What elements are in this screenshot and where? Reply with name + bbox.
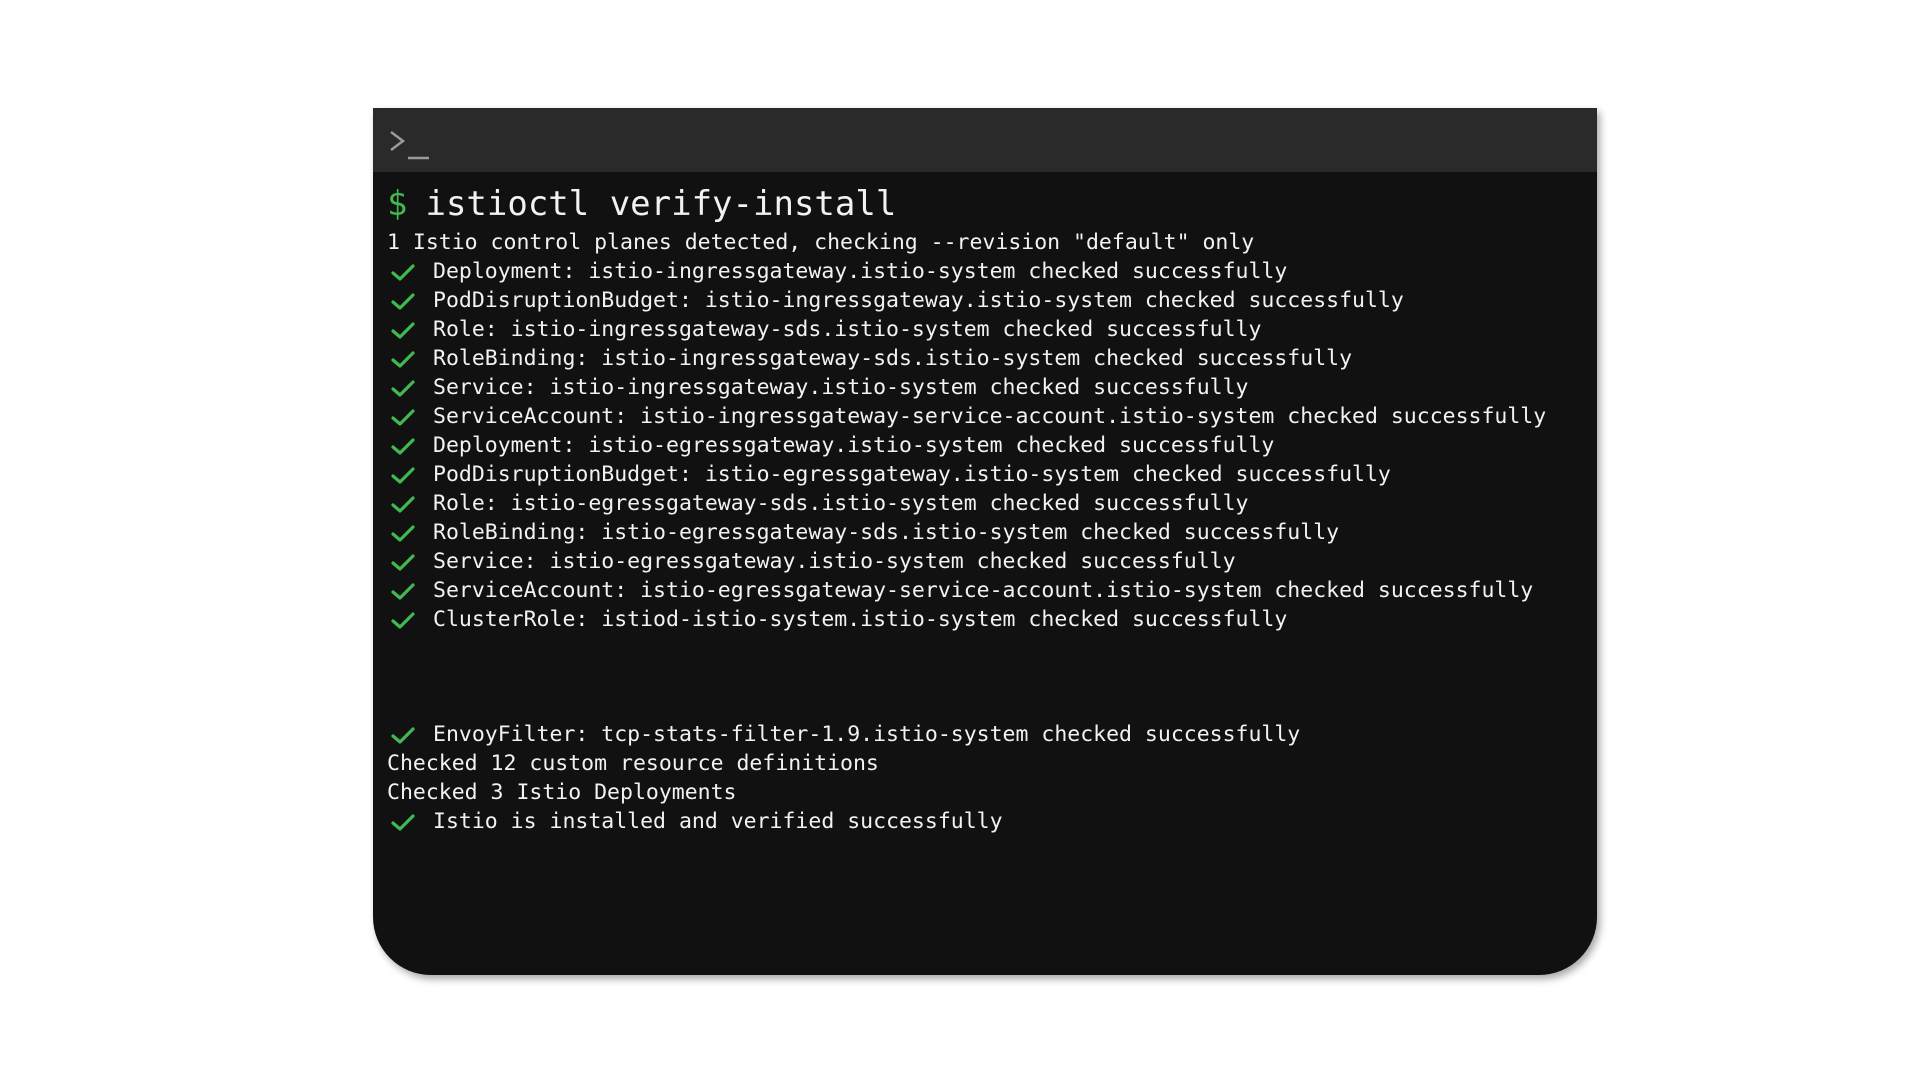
terminal-prompt-icon — [389, 128, 435, 166]
check-icon — [390, 812, 416, 832]
check-line: Deployment: istio-ingressgateway.istio-s… — [387, 257, 1587, 286]
check-text: Service: istio-ingressgateway.istio-syst… — [433, 375, 1249, 400]
output-header-text: 1 Istio control planes detected, checkin… — [387, 230, 1255, 255]
check-text: Deployment: istio-ingressgateway.istio-s… — [433, 259, 1288, 284]
check-line: ClusterRole: istiod-istio-system.istio-s… — [387, 605, 1587, 634]
check-line: PodDisruptionBudget: istio-egressgateway… — [387, 460, 1587, 489]
check-line: Role: istio-ingressgateway-sds.istio-sys… — [387, 315, 1587, 344]
terminal-output: $ istioctl verify-install 1 Istio control… — [387, 184, 1587, 836]
check-text: Role: istio-ingressgateway-sds.istio-sys… — [433, 317, 1262, 342]
summary-text: Checked 12 custom resource definitions — [387, 751, 879, 776]
check-text: PodDisruptionBudget: istio-ingressgatewa… — [433, 288, 1404, 313]
check-text: RoleBinding: istio-ingressgateway-sds.is… — [433, 346, 1353, 371]
check-icon — [390, 436, 416, 456]
check-icon — [390, 262, 416, 282]
check-icon — [390, 581, 416, 601]
terminal-title-bar — [373, 108, 1597, 172]
command-line: $ istioctl verify-install — [387, 184, 1587, 226]
command-text: istioctl verify-install — [425, 184, 897, 224]
check-icon — [390, 552, 416, 572]
check-icon — [390, 725, 416, 745]
check-text: ClusterRole: istiod-istio-system.istio-s… — [433, 607, 1288, 632]
check-icon — [390, 378, 416, 398]
summary-text: Checked 3 Istio Deployments — [387, 780, 737, 805]
check-line: Role: istio-egressgateway-sds.istio-syst… — [387, 489, 1587, 518]
check-line: Deployment: istio-egressgateway.istio-sy… — [387, 431, 1587, 460]
check-icon — [390, 523, 416, 543]
final-check-line: Istio is installed and verified successf… — [387, 807, 1587, 836]
summary-deployments-line: Checked 3 Istio Deployments — [387, 778, 1587, 807]
check-text: Service: istio-egressgateway.istio-syste… — [433, 549, 1236, 574]
output-gap — [387, 634, 1587, 720]
check-text: RoleBinding: istio-egressgateway-sds.ist… — [433, 520, 1340, 545]
check-line-envoyfilter: EnvoyFilter: tcp-stats-filter-1.9.istio-… — [387, 720, 1587, 749]
final-check-text: Istio is installed and verified successf… — [433, 809, 1003, 834]
check-icon — [390, 494, 416, 514]
output-header: 1 Istio control planes detected, checkin… — [387, 228, 1587, 257]
check-text: ServiceAccount: istio-egressgateway-serv… — [433, 578, 1534, 603]
check-text: EnvoyFilter: tcp-stats-filter-1.9.istio-… — [433, 722, 1301, 747]
prompt-symbol: $ — [387, 184, 408, 224]
check-text: Role: istio-egressgateway-sds.istio-syst… — [433, 491, 1249, 516]
check-line: ServiceAccount: istio-ingressgateway-ser… — [387, 402, 1587, 431]
check-line: Service: istio-ingressgateway.istio-syst… — [387, 373, 1587, 402]
check-icon — [390, 407, 416, 427]
check-icon — [390, 349, 416, 369]
check-text: Deployment: istio-egressgateway.istio-sy… — [433, 433, 1275, 458]
check-icon — [390, 610, 416, 630]
summary-crd-line: Checked 12 custom resource definitions — [387, 749, 1587, 778]
check-line: PodDisruptionBudget: istio-ingressgatewa… — [387, 286, 1587, 315]
check-line: RoleBinding: istio-egressgateway-sds.ist… — [387, 518, 1587, 547]
terminal-window: $ istioctl verify-install 1 Istio control… — [373, 108, 1597, 975]
check-line: Service: istio-egressgateway.istio-syste… — [387, 547, 1587, 576]
check-line: RoleBinding: istio-ingressgateway-sds.is… — [387, 344, 1587, 373]
check-line: ServiceAccount: istio-egressgateway-serv… — [387, 576, 1587, 605]
check-icon — [390, 465, 416, 485]
checks-list: Deployment: istio-ingressgateway.istio-s… — [387, 257, 1587, 634]
check-text: ServiceAccount: istio-ingressgateway-ser… — [433, 404, 1547, 429]
check-icon — [390, 291, 416, 311]
check-icon — [390, 320, 416, 340]
check-text: PodDisruptionBudget: istio-egressgateway… — [433, 462, 1391, 487]
